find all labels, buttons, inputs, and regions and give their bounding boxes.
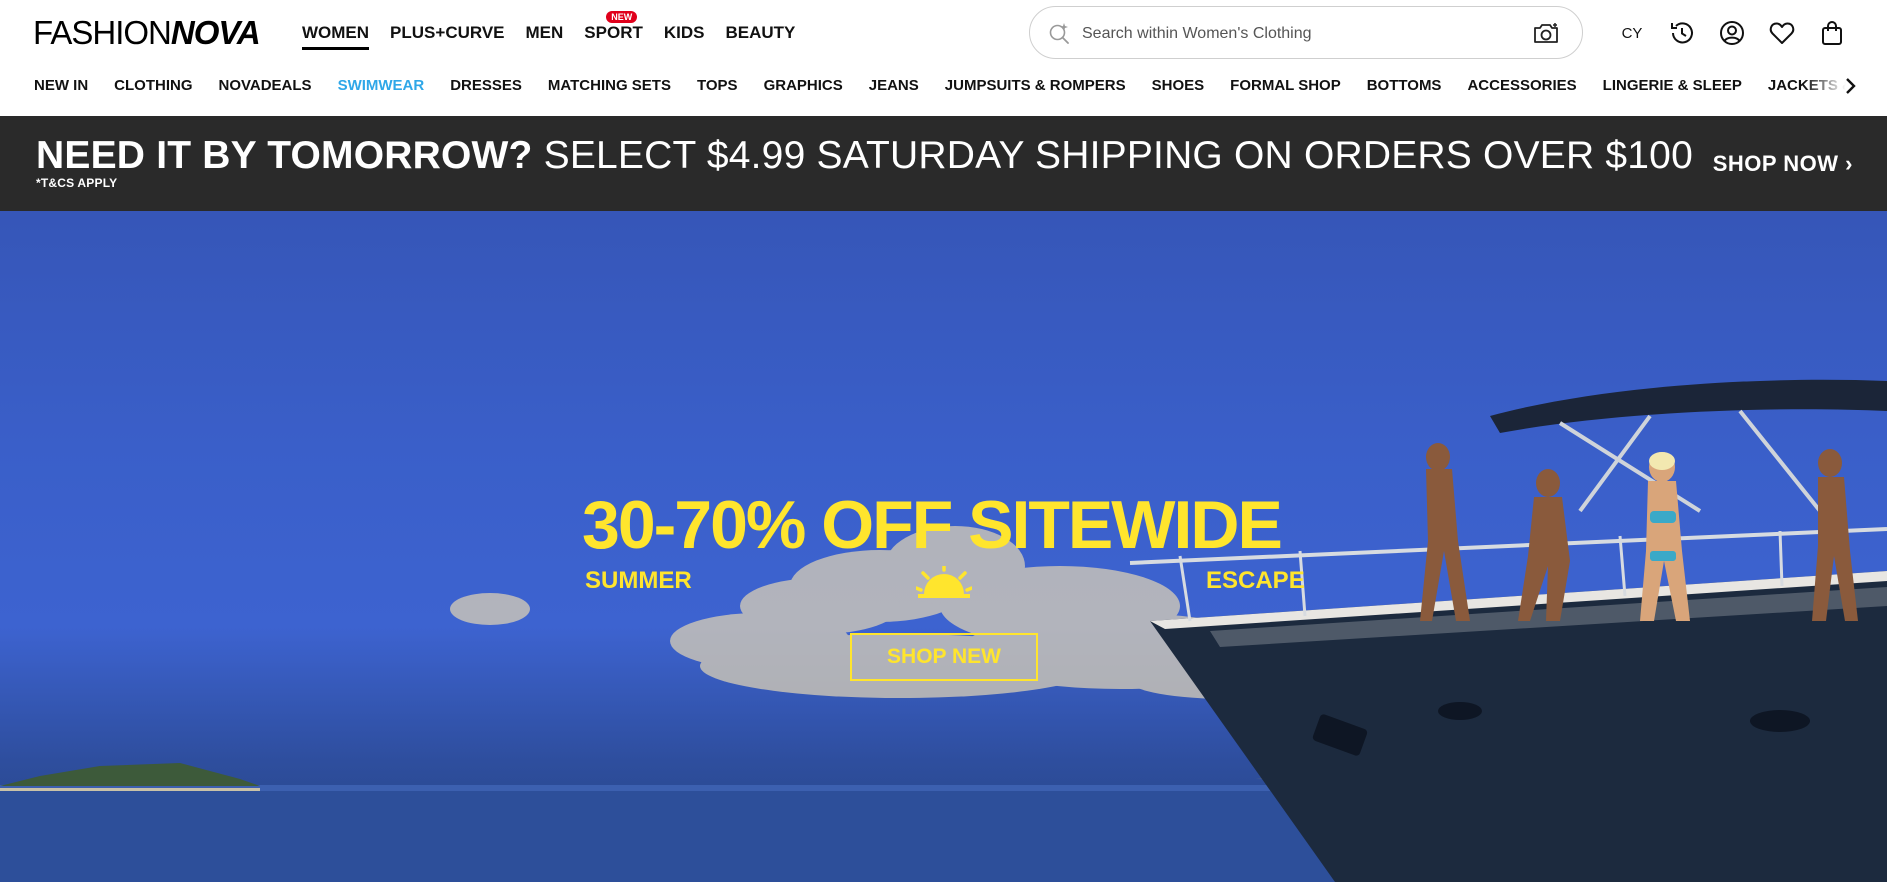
bag-icon[interactable] bbox=[1817, 18, 1847, 48]
nav-kids[interactable]: KIDS bbox=[664, 20, 705, 46]
search-sparkle-icon bbox=[1049, 23, 1069, 44]
category-jumpsuits-rompers[interactable]: JUMPSUITS & ROMPERS bbox=[945, 74, 1126, 98]
hero-subtitle-right: ESCAPE bbox=[1206, 567, 1305, 594]
category-matching-sets[interactable]: MATCHING SETS bbox=[548, 74, 671, 98]
nav-men[interactable]: MEN bbox=[526, 20, 564, 46]
category-nav: NEW IN CLOTHING NOVADEALS SWIMWEAR DRESSES MA… bbox=[34, 74, 1864, 98]
category-clothing[interactable]: CLOTHING bbox=[114, 74, 192, 98]
category-lingerie-sleep[interactable]: LINGERIE & SLEEP bbox=[1603, 74, 1742, 98]
category-swimwear[interactable]: SWIMWEAR bbox=[338, 74, 425, 98]
category-graphics[interactable]: GRAPHICS bbox=[764, 74, 843, 98]
history-icon[interactable] bbox=[1667, 18, 1697, 48]
department-nav: WOMEN PLUS+CURVE MEN SPORT NEW KIDS BEAU… bbox=[302, 11, 816, 50]
category-bottoms[interactable]: BOTTOMS bbox=[1367, 74, 1442, 98]
promo-headline-bold: NEED IT BY TOMORROW? bbox=[36, 134, 533, 177]
new-badge: NEW bbox=[606, 11, 638, 23]
nav-sport-label: SPORT bbox=[584, 23, 643, 42]
promo-terms: *T&CS APPLY bbox=[36, 176, 118, 190]
category-novadeals[interactable]: NOVADEALS bbox=[219, 74, 312, 98]
promo-headline: NEED IT BY TOMORROW? SELECT $4.99 SATURD… bbox=[36, 134, 1693, 178]
nav-sport[interactable]: SPORT NEW bbox=[584, 11, 643, 46]
account-icon[interactable] bbox=[1717, 18, 1747, 48]
header-utilities: CY bbox=[1615, 16, 1867, 50]
hero-title: 30-70% OFF SITEWIDE bbox=[582, 487, 1283, 563]
promo-headline-rest: SELECT $4.99 SATURDAY SHIPPING ON ORDERS… bbox=[532, 134, 1693, 177]
category-tops[interactable]: TOPS bbox=[697, 74, 738, 98]
category-formal-shop[interactable]: FORMAL SHOP bbox=[1230, 74, 1341, 98]
shipping-promo-banner[interactable]: NEED IT BY TOMORROW? SELECT $4.99 SATURD… bbox=[0, 116, 1887, 211]
heart-icon[interactable] bbox=[1767, 18, 1797, 48]
camera-icon[interactable] bbox=[1532, 21, 1560, 45]
search-input[interactable] bbox=[1080, 19, 1514, 49]
category-dresses[interactable]: DRESSES bbox=[450, 74, 522, 98]
fashion-nova-logo[interactable]: FASHIONNOVA bbox=[33, 16, 261, 50]
sun-icon bbox=[916, 566, 972, 598]
hero-banner[interactable]: 30-70% OFF SITEWIDE SUMMER ESCAPE SHOP N… bbox=[0, 211, 1887, 882]
search-bar[interactable] bbox=[1029, 6, 1583, 59]
promo-shop-now-link[interactable]: SHOP NOW › bbox=[1713, 151, 1853, 177]
site-header: FASHIONNOVA WOMEN PLUS+CURVE MEN SPORT N… bbox=[0, 0, 1887, 116]
nav-plus-curve[interactable]: PLUS+CURVE bbox=[390, 20, 504, 46]
nav-women[interactable]: WOMEN bbox=[302, 20, 370, 50]
chevron-right-icon[interactable] bbox=[1838, 74, 1862, 98]
category-accessories[interactable]: ACCESSORIES bbox=[1467, 74, 1576, 98]
category-new-in[interactable]: NEW IN bbox=[34, 74, 88, 98]
nav-beauty[interactable]: BEAUTY bbox=[725, 20, 795, 46]
category-shoes[interactable]: SHOES bbox=[1152, 74, 1205, 98]
country-selector[interactable]: CY bbox=[1615, 25, 1649, 42]
hero-subtitle-left: SUMMER bbox=[585, 567, 692, 594]
shop-new-button[interactable]: SHOP NEW bbox=[850, 633, 1038, 681]
category-jeans[interactable]: JEANS bbox=[869, 74, 919, 98]
